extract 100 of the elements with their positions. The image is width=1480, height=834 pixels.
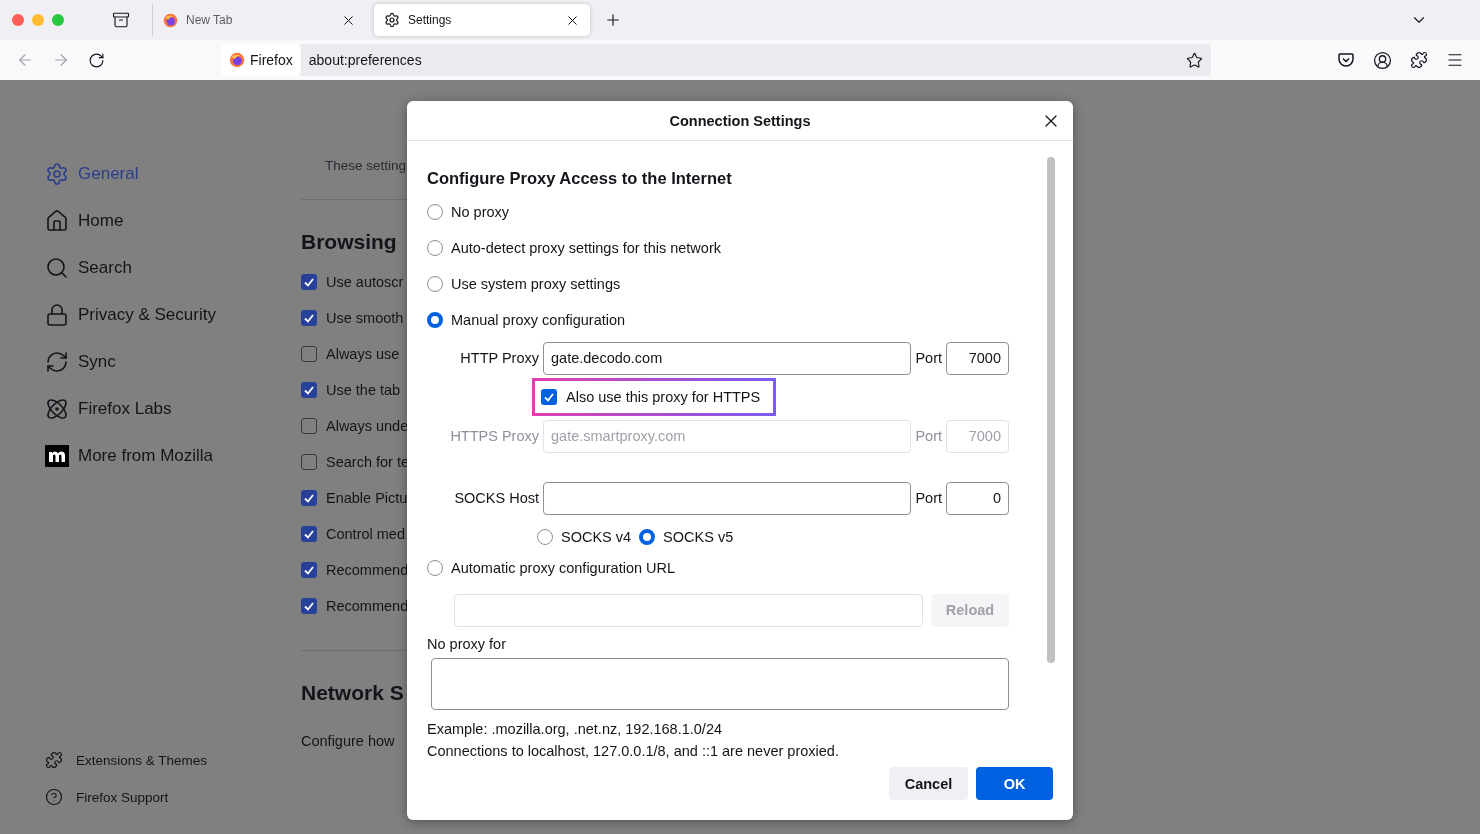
plus-icon	[604, 11, 622, 29]
host-field[interactable]: gate.decodo.com	[543, 341, 912, 375]
radio[interactable]	[639, 529, 656, 545]
port-field[interactable]: 7000	[946, 341, 1009, 375]
radio-label: Automatic proxy configuration URL	[451, 560, 676, 576]
checkbox[interactable]	[301, 562, 317, 578]
browser-tab[interactable]: New Tab	[152, 4, 366, 36]
checkbox[interactable]	[301, 490, 317, 506]
identity-label[interactable]: Firefox	[221, 44, 301, 76]
sidebar-item[interactable]: Firefox Labs	[45, 395, 301, 423]
sidebar-label: Search	[78, 258, 132, 278]
settings-icon	[45, 162, 69, 186]
radio-option[interactable]: Manual proxy configuration	[427, 302, 1047, 338]
option-label: Recommend	[326, 562, 409, 578]
note-text: Example: .mozilla.org, .net.nz, 192.168.1.0/24	[427, 720, 723, 739]
tab-title: Settings	[408, 13, 453, 27]
radio-label: SOCKS v4	[561, 529, 632, 545]
option-label: Use smooth	[326, 310, 404, 326]
radio-label: Auto-detect proxy settings for this network	[451, 240, 721, 256]
pocket-button[interactable]	[1337, 51, 1355, 69]
tab-title: New Tab	[186, 13, 234, 27]
radio-label: No proxy	[451, 204, 510, 220]
search-icon	[45, 256, 69, 280]
bookmark-star-icon[interactable]	[1186, 51, 1203, 69]
option-label: Control med	[326, 526, 405, 542]
address-bar[interactable]: Firefox about:preferences	[221, 44, 1211, 76]
tray-icon	[112, 11, 130, 29]
dialog-title: Connection Settings	[669, 112, 811, 129]
radio-label: Manual proxy configuration	[451, 312, 626, 328]
scrollbar[interactable]	[1047, 157, 1055, 663]
extensions-button[interactable]	[1410, 51, 1428, 69]
menu-button[interactable]	[1446, 51, 1464, 69]
browser-tab[interactable]: Settings	[374, 4, 590, 36]
radio-option[interactable]: Use system proxy settings	[427, 266, 1047, 302]
url-field[interactable]	[454, 593, 923, 627]
radio-option[interactable]: SOCKS v4	[537, 524, 632, 550]
option-label: Use the tab	[326, 382, 401, 398]
sidebar-link-label: Firefox Support	[76, 789, 169, 805]
browser-logo-icon	[229, 52, 245, 68]
radio[interactable]	[537, 529, 553, 545]
radio-option[interactable]: SOCKS v5	[639, 524, 734, 550]
sidebar-label: More from Mozilla	[78, 446, 214, 466]
sidebar-item[interactable]: Privacy & Security	[45, 301, 301, 329]
checkbox[interactable]	[301, 310, 317, 326]
url-text: about:preferences	[308, 52, 423, 68]
checkbox[interactable]	[301, 454, 317, 470]
atom-icon	[45, 397, 69, 421]
radio[interactable]	[427, 240, 443, 256]
radio[interactable]	[427, 204, 443, 220]
reload-button[interactable]	[88, 51, 105, 69]
checkbox[interactable]	[301, 418, 317, 434]
checkbox[interactable]	[301, 382, 317, 398]
sidebar-item[interactable]: Home	[45, 207, 301, 235]
sidebar-label: Firefox Labs	[78, 399, 172, 419]
sidebar-label: General	[78, 164, 139, 184]
port-label: Port	[914, 428, 943, 444]
checkbox[interactable]	[301, 274, 317, 290]
radio-option[interactable]: Auto-detect proxy settings for this network	[427, 230, 1047, 266]
sidebar-item[interactable]: Search	[45, 254, 301, 282]
port-field[interactable]: 0	[946, 481, 1009, 515]
sidebar-link[interactable]: Firefox Support	[45, 784, 301, 810]
puzzle-icon	[45, 751, 63, 769]
sidebar-label: Home	[78, 211, 124, 231]
intro-text: These setting	[324, 158, 407, 173]
checkbox[interactable]	[301, 526, 317, 542]
mozilla-logo-icon	[45, 445, 69, 467]
radio[interactable]	[427, 276, 443, 292]
section-heading: Browsing	[301, 230, 398, 254]
option-label: Use autoscr	[326, 274, 404, 290]
home-icon	[45, 209, 69, 233]
lock-icon	[45, 303, 69, 327]
settings-icon	[384, 12, 400, 28]
option-label: Enable Pictu	[326, 490, 408, 506]
section-heading: Network S	[301, 681, 405, 705]
radio-label: SOCKS v5	[663, 529, 734, 545]
new-tab-button[interactable]	[604, 11, 622, 29]
sidebar-label: Privacy & Security	[78, 305, 216, 325]
tab-list-button[interactable]	[112, 11, 130, 29]
sidebar-item[interactable]: Sync	[45, 348, 301, 376]
sidebar-link[interactable]: Extensions & Themes	[45, 747, 301, 773]
cancel-button[interactable]: Cancel	[889, 767, 968, 800]
no-proxy-field[interactable]	[431, 658, 1009, 710]
radio[interactable]	[427, 560, 443, 576]
account-button[interactable]	[1373, 50, 1392, 70]
note-text: Connections to localhost, 127.0.0.1/8, and ::1 are never proxied.	[427, 742, 840, 761]
ok-button[interactable]: OK	[976, 767, 1053, 800]
radio-option[interactable]: Automatic proxy configuration URL	[427, 550, 1047, 586]
sidebar-label: Sync	[78, 352, 116, 372]
field-label: SOCKS Host	[453, 490, 540, 506]
sync-icon	[45, 350, 69, 374]
port-label: Port	[914, 490, 943, 506]
radio-option[interactable]: No proxy	[427, 194, 1047, 230]
checkbox[interactable]	[301, 346, 317, 362]
close-window-button[interactable]	[12, 14, 24, 26]
checkbox[interactable]	[541, 389, 557, 405]
browser-logo-icon	[163, 12, 178, 28]
host-field[interactable]	[543, 481, 912, 515]
sidebar-item[interactable]: More from Mozilla	[45, 442, 301, 470]
radio[interactable]	[427, 312, 443, 328]
checkbox[interactable]	[301, 598, 317, 614]
